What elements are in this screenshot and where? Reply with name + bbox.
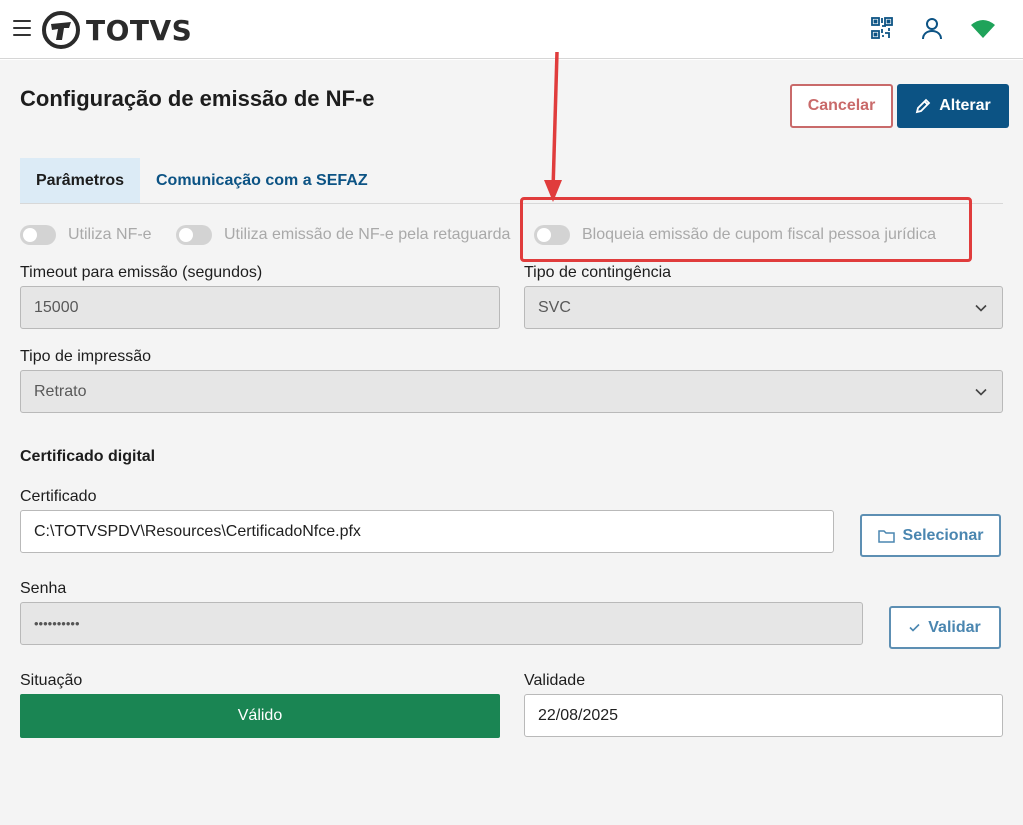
- tab-comunicacao-sefaz[interactable]: Comunicação com a SEFAZ: [156, 158, 368, 203]
- certificado-section-title: Certificado digital: [20, 448, 156, 465]
- situacao-status-badge: Válido: [20, 694, 500, 738]
- brand-name: TOTVS: [86, 13, 193, 47]
- validar-label: Validar: [928, 618, 981, 636]
- timeout-value: 15000: [34, 298, 79, 316]
- folder-icon: [877, 529, 895, 543]
- tab-parametros-label: Parâmetros: [35, 171, 125, 189]
- validade-input[interactable]: 22/08/2025: [524, 694, 1003, 737]
- validar-button[interactable]: Validar: [889, 606, 1001, 649]
- toggle-switch[interactable]: [534, 225, 570, 245]
- senha-value: ••••••••••: [34, 616, 80, 631]
- tab-bar: Parâmetros Comunicação com a SEFAZ: [20, 158, 1003, 204]
- cancel-button-label: Cancelar: [807, 97, 876, 114]
- contingencia-label: Tipo de contingência: [524, 264, 672, 281]
- toggle-label: Utiliza NF-e: [68, 226, 152, 243]
- selecionar-label: Selecionar: [902, 526, 984, 544]
- impressao-label: Tipo de impressão: [20, 348, 152, 365]
- certificado-label: Certificado: [20, 488, 97, 505]
- tab-parametros[interactable]: Parâmetros: [20, 158, 140, 203]
- certificado-input[interactable]: C:\TOTVSPDV\Resources\CertificadoNfce.pf…: [20, 510, 834, 553]
- toggle-label: Utiliza emissão de NF-e pela retaguarda: [224, 226, 511, 243]
- pencil-icon: [915, 98, 931, 114]
- toggle-switch[interactable]: [176, 225, 212, 245]
- contingencia-select[interactable]: SVC: [524, 286, 1003, 329]
- situacao-label: Situação: [20, 672, 83, 689]
- timeout-label: Timeout para emissão (segundos): [20, 264, 263, 281]
- chevron-down-icon: [975, 388, 987, 396]
- impressao-value: Retrato: [34, 382, 87, 400]
- toggle-utiliza-nfe[interactable]: Utiliza NF-e: [20, 223, 152, 247]
- menu-icon[interactable]: [13, 20, 31, 36]
- contingencia-value: SVC: [538, 298, 571, 316]
- situacao-value: Válido: [237, 707, 283, 724]
- impressao-select[interactable]: Retrato: [20, 370, 1003, 413]
- certificado-value: C:\TOTVSPDV\Resources\CertificadoNfce.pf…: [34, 522, 361, 540]
- totvs-logo: TOTVS: [42, 11, 192, 49]
- totvs-logo-mark-icon: [42, 11, 80, 49]
- top-bar: TOTVS: [0, 0, 1023, 59]
- alter-button-label: Alterar: [939, 97, 991, 114]
- validade-value: 22/08/2025: [538, 706, 619, 724]
- page-content: Configuração de emissão de NF-e Cancelar…: [0, 52, 1023, 825]
- senha-input[interactable]: ••••••••••: [20, 602, 863, 645]
- page-title: Configuração de emissão de NF-e: [20, 86, 375, 111]
- toggle-bloqueia-cupom-pj[interactable]: Bloqueia emissão de cupom fiscal pessoa …: [534, 223, 936, 247]
- timeout-input[interactable]: 15000: [20, 286, 500, 329]
- tab-comunicacao-sefaz-label: Comunicação com a SEFAZ: [156, 171, 368, 189]
- cancel-button[interactable]: Cancelar: [790, 84, 893, 128]
- validade-label: Validade: [524, 672, 586, 689]
- alter-button[interactable]: Alterar: [897, 84, 1009, 128]
- check-icon: [909, 623, 920, 632]
- chevron-down-icon: [975, 304, 987, 312]
- senha-label: Senha: [20, 580, 67, 597]
- toggle-utiliza-retaguarda[interactable]: Utiliza emissão de NF-e pela retaguarda: [176, 223, 510, 247]
- selecionar-button[interactable]: Selecionar: [860, 514, 1001, 557]
- toggle-label: Bloqueia emissão de cupom fiscal pessoa …: [582, 226, 936, 243]
- qr-code-icon[interactable]: [870, 16, 896, 42]
- wifi-icon: [970, 18, 996, 44]
- toggle-switch[interactable]: [20, 225, 56, 245]
- user-icon[interactable]: [920, 16, 946, 42]
